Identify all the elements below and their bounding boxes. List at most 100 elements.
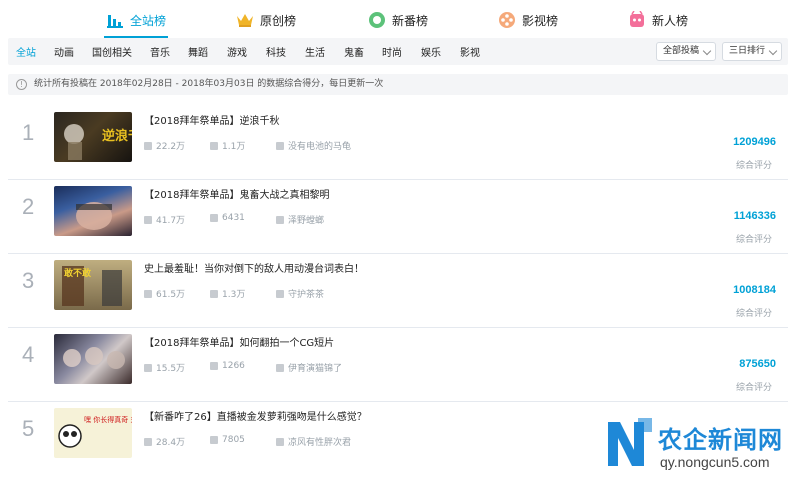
tab-film[interactable]: 影视榜	[498, 8, 558, 32]
uploader[interactable]: 泽野螳螂	[276, 213, 324, 226]
category-fashion[interactable]: 时尚	[382, 44, 402, 59]
rank-type-tabs: 全站榜 原创榜 新番榜 影视榜 新人榜	[0, 0, 800, 38]
category-kichiku[interactable]: 鬼畜	[344, 44, 364, 59]
danmaku-icon	[210, 289, 218, 298]
play-count: 22.2万	[144, 139, 185, 152]
uploader[interactable]: 伊育演猫锦了	[276, 361, 342, 374]
play-icon	[144, 215, 152, 224]
score-label: 综合评分	[735, 383, 772, 393]
video-title[interactable]: 史上最羞耻！当你对倒下的敌人用动漫台词表白！	[144, 260, 364, 275]
video-title[interactable]: 【2018拜年祭单品】如何翻拍一个CG短片	[144, 334, 334, 349]
play-count-value: 28.4万	[156, 438, 186, 448]
rank-row: 3 敢不敢 史上最羞耻！当你对倒下的敌人用动漫台词表白！ 61.5万 1.3万 …	[8, 254, 788, 328]
danmaku-count-value: 1.3万	[222, 290, 246, 300]
video-thumbnail[interactable]: 嘿 你长得真奇 对!说是你个 家伙!	[54, 408, 132, 458]
tab-label: 新人榜	[652, 13, 689, 28]
danmaku-count-value: 1.1万	[222, 142, 246, 152]
bar-chart-icon	[106, 11, 124, 29]
submission-type-value: 全部投稿	[663, 46, 700, 56]
chevron-down-icon	[702, 46, 712, 56]
danmaku-count: 6431	[210, 213, 245, 223]
video-thumbnail[interactable]	[54, 186, 132, 236]
rank-number: 2	[22, 194, 35, 219]
score-value: 875650	[739, 358, 776, 370]
uploader[interactable]: 凉风有性胖次君	[276, 435, 351, 448]
danmaku-count: 1.1万	[210, 139, 245, 152]
score-value: 1209496	[733, 136, 776, 148]
category-animation[interactable]: 动画	[54, 44, 74, 59]
danmaku-count: 7805	[210, 435, 245, 445]
score-label: 综合评分	[735, 235, 772, 245]
score-value: 1008184	[733, 284, 776, 296]
uploader-name: 伊育演猫锦了	[288, 364, 343, 374]
rank-number: 5	[22, 416, 35, 441]
tab-new-bangumi[interactable]: 新番榜	[368, 8, 428, 32]
thumbnail-caption: 逆浪千秋	[102, 128, 132, 144]
danmaku-icon	[210, 141, 218, 150]
category-entertainment[interactable]: 娱乐	[421, 44, 441, 59]
play-count-value: 61.5万	[156, 290, 186, 300]
notice-text: 统计所有投稿在 2018年02月28日 - 2018年03月03日 的数据综合得…	[34, 79, 384, 89]
category-life[interactable]: 生活	[305, 44, 325, 59]
uploader-name: 没有电池的马龟	[288, 142, 352, 152]
danmaku-icon	[210, 436, 218, 444]
period-select[interactable]: 三日排行	[722, 42, 783, 61]
tab-newcomer[interactable]: 新人榜	[628, 8, 688, 32]
video-title[interactable]: 【2018拜年祭单品】鬼畜大战之真相黎明	[144, 186, 329, 201]
rank-number: 4	[22, 342, 35, 367]
danmaku-count: 1.3万	[210, 287, 245, 300]
category-all[interactable]: 全站	[16, 44, 36, 59]
category-tech[interactable]: 科技	[266, 44, 286, 59]
play-count-value: 41.7万	[156, 216, 186, 226]
danmaku-icon	[210, 214, 218, 222]
tab-all-site[interactable]: 全站榜	[106, 8, 166, 32]
video-thumbnail[interactable]: 敢不敢	[54, 260, 132, 310]
thumbnail-caption: 嘿 你长得真奇 对!说是你个 家伙!	[84, 415, 132, 424]
uploader-name: 凉风有性胖次君	[288, 438, 352, 448]
video-title[interactable]: 【2018拜年祭单品】逆浪千秋	[144, 112, 279, 127]
danmaku-count-value: 1266	[222, 361, 245, 371]
info-icon: !	[16, 79, 27, 90]
mascot-icon	[628, 11, 646, 29]
play-count-value: 22.2万	[156, 142, 186, 152]
tab-label: 原创榜	[260, 13, 297, 28]
category-guochuang[interactable]: 国创相关	[92, 44, 132, 59]
rank-row: 1 逆浪千秋 【2018拜年祭单品】逆浪千秋 22.2万 1.1万 没有电池的马…	[8, 106, 788, 180]
category-game[interactable]: 游戏	[227, 44, 247, 59]
category-bar: 全站 动画 国创相关 音乐 舞蹈 游戏 科技 生活 鬼畜 时尚 娱乐 影视 全部…	[8, 38, 788, 65]
rank-row: 4 【2018拜年祭单品】如何翻拍一个CG短片 15.5万 1266 伊育演猫锦…	[8, 328, 788, 402]
uploader-name: 守护茶茶	[288, 290, 325, 300]
play-icon	[144, 289, 152, 298]
tab-original[interactable]: 原创榜	[236, 8, 296, 32]
thumbnail-caption: 敢不敢	[64, 267, 92, 279]
video-thumbnail[interactable]	[54, 334, 132, 384]
watermark-logo-icon	[608, 418, 652, 466]
play-count: 28.4万	[144, 435, 185, 448]
play-count: 15.5万	[144, 361, 185, 374]
user-icon	[276, 215, 284, 224]
rank-number: 3	[22, 268, 35, 293]
play-count-value: 15.5万	[156, 364, 186, 374]
crown-icon	[236, 11, 254, 29]
category-film[interactable]: 影视	[460, 44, 480, 59]
video-thumbnail[interactable]: 逆浪千秋	[54, 112, 132, 162]
play-count: 61.5万	[144, 287, 185, 300]
uploader[interactable]: 守护茶茶	[276, 287, 324, 300]
play-icon	[144, 363, 152, 372]
danmaku-count-value: 7805	[222, 435, 245, 445]
tab-label: 新番榜	[392, 13, 429, 28]
chevron-down-icon	[768, 46, 778, 56]
video-title[interactable]: 【新番咋了26】直播被金发萝莉强吻是什么感觉？	[144, 408, 367, 423]
uploader-name: 泽野螳螂	[288, 216, 325, 226]
category-music[interactable]: 音乐	[150, 44, 170, 59]
play-icon	[144, 141, 152, 150]
danmaku-count-value: 6431	[222, 213, 245, 223]
user-icon	[276, 289, 284, 298]
submission-type-select[interactable]: 全部投稿	[656, 42, 717, 61]
danmaku-count: 1266	[210, 361, 245, 371]
stats-notice: ! 统计所有投稿在 2018年02月28日 - 2018年03月03日 的数据综…	[8, 74, 788, 95]
tab-label: 全站榜	[130, 13, 167, 28]
category-dance[interactable]: 舞蹈	[188, 44, 208, 59]
uploader[interactable]: 没有电池的马龟	[276, 139, 351, 152]
tab-label: 影视榜	[522, 13, 559, 28]
